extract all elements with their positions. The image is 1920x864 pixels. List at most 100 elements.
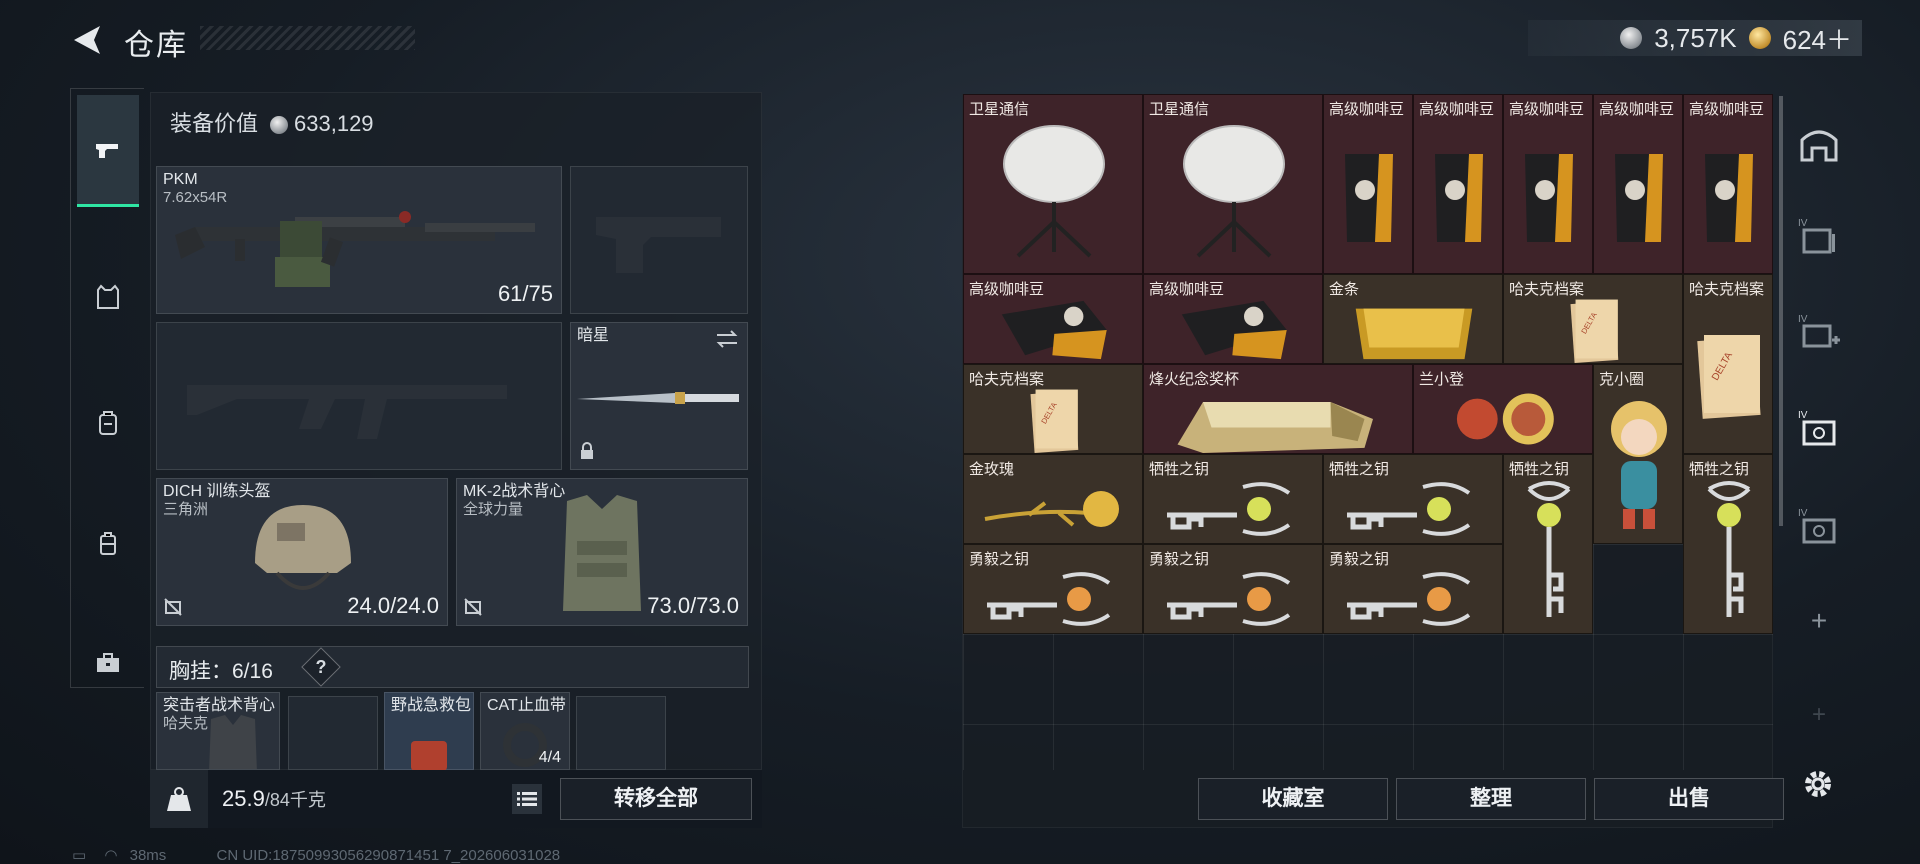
weight-indicator [150,770,208,828]
swap-icon[interactable] [715,329,739,349]
warehouse-item[interactable]: 牺牲之钥 [1323,454,1503,544]
key-orange-icon [1347,572,1471,626]
warehouse-item[interactable]: 高级咖啡豆 [1323,94,1413,274]
back-arrow-icon [74,26,100,54]
list-view-button[interactable] [512,784,542,814]
warehouse-item-name: 牺牲之钥 [1149,461,1210,478]
helmet-icon [255,505,351,590]
secondary-weapon-slot[interactable] [156,322,562,470]
warehouse-item[interactable]: 牺牲之钥 [1683,454,1773,634]
coffee-bag-open-icon [1001,300,1107,360]
transfer-all-button[interactable]: 转移全部 [560,778,752,820]
storage-iv-icon: IV [1798,218,1835,254]
rail-storage-1[interactable]: IV [1794,212,1844,262]
tab-tools[interactable] [77,607,139,719]
warehouse-item-name: 高级咖啡豆 [1419,101,1495,118]
armor-sub: 全球力量 [463,501,524,518]
warehouse-item[interactable]: 高级咖啡豆 [1683,94,1773,274]
toolbox-icon [97,653,119,672]
melee-slot[interactable]: 暗星 [570,322,748,470]
warehouse-item[interactable]: 哈夫克档案 DELTA [1683,274,1773,454]
rig-item-name: CAT止血带 [487,697,566,714]
trophy-icon [1177,402,1373,453]
armor-slot[interactable]: MK-2战术背心 全球力量 73.0/73.0 [456,478,748,626]
chest-rig-label: 胸挂：6/16 [169,660,273,683]
warehouse-item[interactable]: 勇毅之钥 [963,544,1143,634]
uid-text: CN UID:18750993056290871451 7_2026060310… [216,847,561,864]
warehouse-item[interactable]: 卫星通信 [1143,94,1323,274]
rig-empty-slot[interactable] [576,696,666,770]
warehouse-item[interactable]: 高级咖啡豆 [1503,94,1593,274]
warehouse-item[interactable]: 牺牲之钥 [1503,454,1593,634]
pistol-icon [96,143,118,158]
warehouse-item-name: 高级咖啡豆 [1689,101,1765,118]
helmet-slot[interactable]: DICH 训练头盔 三角洲 24.0/24.0 [156,478,448,626]
silver-currency-value: 3,757K [1654,22,1737,53]
tab-backpack[interactable] [77,367,139,479]
warehouse-item[interactable]: 克小圈 [1593,364,1683,544]
rail-storage-3-active[interactable]: IV [1794,404,1844,454]
tab-armor[interactable] [77,241,139,353]
back-button[interactable] [70,22,106,58]
help-icon: ? [315,657,327,677]
warehouse-item[interactable]: 高级咖啡豆 [1143,274,1323,364]
warehouse-item[interactable]: 兰小登 [1413,364,1593,454]
collection-room-button[interactable]: 收藏室 [1198,778,1388,820]
weight-icon [167,787,191,811]
rail-storage-2[interactable]: IV [1794,308,1844,358]
list-icon [517,792,537,806]
warehouse-item[interactable]: 高级咖啡豆 [1413,94,1503,274]
rail-add-button-dim[interactable]: + [1794,690,1844,740]
rail-add-button[interactable]: + [1794,596,1844,646]
gold-bar-icon [1355,308,1473,360]
tactical-vest-icon [209,715,257,769]
rail-shop-button[interactable] [1794,118,1844,168]
no-insure-icon [164,598,182,616]
chest-rig-header[interactable]: 胸挂：6/16 ? [156,646,749,688]
warehouse-item[interactable]: 勇毅之钥 [1143,544,1323,634]
sidearm-slot[interactable] [570,166,748,314]
warehouse-item[interactable]: 金玫瑰 [963,454,1143,544]
tab-weapons[interactable] [77,95,139,207]
tab-case[interactable] [77,487,139,599]
silver-coin-icon [1620,27,1643,49]
warehouse-item[interactable]: 勇毅之钥 [1323,544,1503,634]
primary-weapon-slot[interactable]: PKM 7.62x54R 61/75 [156,166,562,314]
organize-button[interactable]: 整理 [1396,778,1586,820]
rig-empty-slot[interactable] [288,696,378,770]
rail-storage-4[interactable]: IV [1794,502,1844,552]
key-orange-icon [987,572,1111,626]
rig-item[interactable]: 野战急救包 [384,692,474,771]
figure-icon [1456,393,1554,445]
helmet-sub: 三角洲 [163,501,209,518]
warehouse-item[interactable]: 高级咖啡豆 [1593,94,1683,274]
warehouse-item[interactable]: 牺牲之钥 [1143,454,1323,544]
warehouse-item[interactable]: 哈夫克档案 DELTA [963,364,1143,454]
gear-icon [1805,771,1831,797]
warehouse-item-name: 牺牲之钥 [1329,461,1390,478]
warehouse-item[interactable]: 高级咖啡豆 [963,274,1143,364]
gold-coin-icon [1748,27,1771,49]
loadout-footer: 25.9/84千克 转移全部 [150,770,762,828]
svg-text:IV: IV [1798,314,1808,325]
rig-item[interactable]: CAT止血带 4/4 [480,692,570,770]
currency-bar: 3,757K 624＋ [1528,20,1862,56]
settings-button[interactable] [1798,764,1838,804]
armor-durability: 73.0/73.0 [647,593,739,618]
vest-icon [563,495,641,611]
warehouse-item-name: 牺牲之钥 [1509,461,1570,478]
help-button[interactable]: ? [301,647,341,687]
folder-icon: DELTA [1697,335,1761,419]
gold-currency-value[interactable]: 624＋ [1783,20,1852,57]
warehouse-item[interactable]: 卫星通信 [963,94,1143,274]
sell-button[interactable]: 出售 [1594,778,1784,820]
machine-gun-icon [175,211,535,287]
equip-value-amount: 633,129 [294,111,374,136]
rig-item[interactable]: 突击者战术背心 哈夫克 [156,692,280,770]
warehouse-item[interactable]: 烽火纪念奖杯 [1143,364,1413,454]
warehouse-item[interactable]: 哈夫克档案 DELTA [1503,274,1683,364]
title-decoration [200,26,415,50]
warehouse-item-name: 高级咖啡豆 [1149,281,1225,298]
warehouse-item[interactable]: 金条 [1323,274,1503,364]
status-bar: ▭ ◠ 38ms CN UID:18750993056290871451 7_2… [72,846,560,864]
